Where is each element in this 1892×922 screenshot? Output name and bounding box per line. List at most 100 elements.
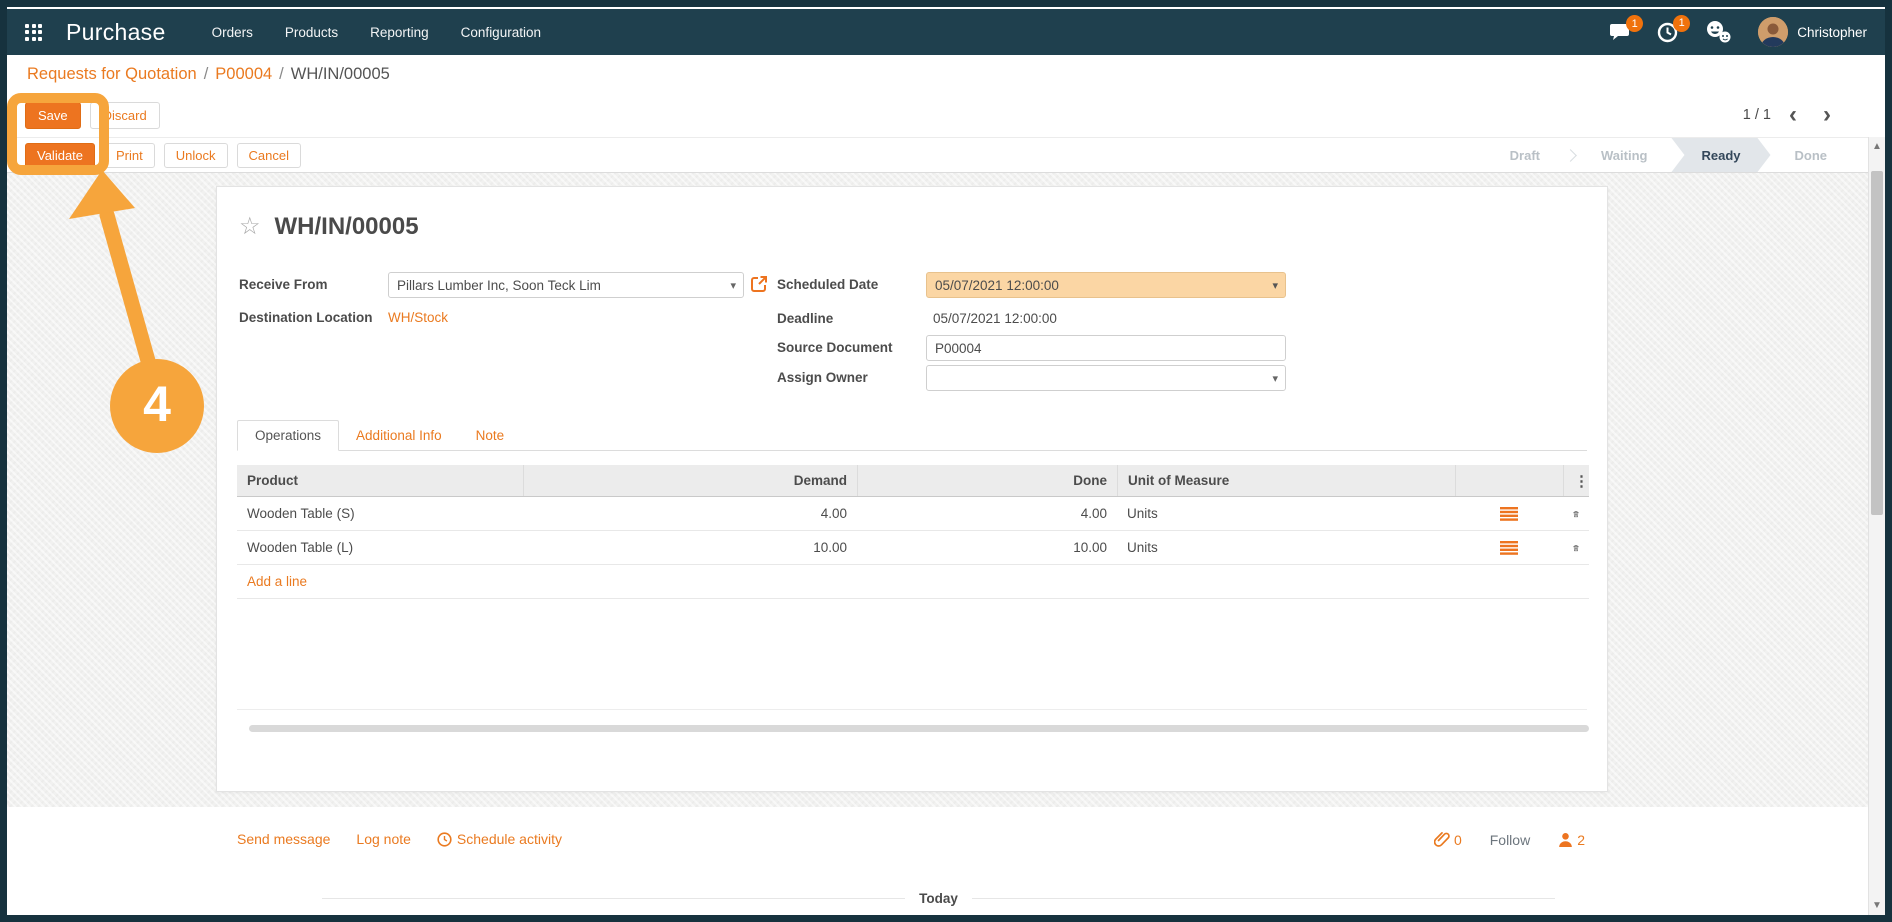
smileys-icon xyxy=(1704,20,1732,44)
col-header-uom[interactable]: Unit of Measure xyxy=(1117,465,1455,496)
activities-icon[interactable]: 1 xyxy=(1657,22,1678,43)
favorite-star-icon[interactable]: ☆ xyxy=(239,215,261,239)
tab-operations[interactable]: Operations xyxy=(237,420,339,451)
chatter: Send message Log note Schedule activity … xyxy=(7,807,1885,915)
delete-row-icon[interactable] xyxy=(1563,540,1589,556)
status-step-done[interactable]: Done xyxy=(1771,138,1852,172)
emoji-status-icon[interactable] xyxy=(1704,20,1732,44)
status-step-draft[interactable]: Draft xyxy=(1486,138,1564,172)
table-horizontal-scrollbar[interactable] xyxy=(249,725,1589,732)
cell-demand[interactable]: 4.00 xyxy=(523,506,857,521)
menu-configuration[interactable]: Configuration xyxy=(461,25,541,40)
receive-from-value: Pillars Lumber Inc, Soon Teck Lim xyxy=(397,278,601,293)
user-menu[interactable]: Christopher xyxy=(1758,17,1867,47)
user-avatar xyxy=(1758,17,1788,47)
messages-badge: 1 xyxy=(1626,15,1643,32)
send-message-button[interactable]: Send message xyxy=(237,831,330,847)
menu-reporting[interactable]: Reporting xyxy=(370,25,429,40)
scroll-down-icon[interactable]: ▼ xyxy=(1869,900,1885,911)
breadcrumb-current: WH/IN/00005 xyxy=(291,65,390,84)
pager-prev-icon[interactable]: ‹ xyxy=(1781,103,1805,127)
status-chevron xyxy=(1564,149,1577,162)
cell-demand[interactable]: 10.00 xyxy=(523,540,857,555)
pager-next-icon[interactable]: › xyxy=(1815,103,1839,127)
external-link-icon[interactable] xyxy=(750,275,768,293)
menu-orders[interactable]: Orders xyxy=(212,25,253,40)
breadcrumb-p00004-link[interactable]: P00004 xyxy=(215,65,272,84)
discard-button[interactable]: Discard xyxy=(90,102,160,129)
cell-done[interactable]: 10.00 xyxy=(857,540,1117,555)
app-name[interactable]: Purchase xyxy=(66,19,166,46)
breadcrumb: Requests for Quotation / P00004 / WH/IN/… xyxy=(7,55,1885,93)
tab-additional-info[interactable]: Additional Info xyxy=(339,421,459,450)
cancel-button[interactable]: Cancel xyxy=(237,143,301,168)
receive-from-label: Receive From xyxy=(239,277,328,292)
detailed-operations-icon[interactable] xyxy=(1455,541,1563,555)
cell-uom[interactable]: Units xyxy=(1117,506,1455,521)
follow-button[interactable]: Follow xyxy=(1490,832,1530,848)
deadline-label: Deadline xyxy=(777,311,833,326)
messages-icon[interactable]: 1 xyxy=(1609,22,1631,42)
delete-row-icon[interactable] xyxy=(1563,506,1589,522)
print-button[interactable]: Print xyxy=(104,143,155,168)
date-divider-label: Today xyxy=(905,891,972,906)
form-sheet: ☆ WH/IN/00005 Receive From Pillars Lumbe… xyxy=(216,186,1608,792)
main-menu: Orders Products Reporting Configuration xyxy=(212,25,541,40)
pager-value: 1 / 1 xyxy=(1743,107,1771,123)
form-action-bar: Validate Print Unlock Cancel Draft Waiti… xyxy=(7,137,1885,173)
assign-owner-caret-icon[interactable]: ▾ xyxy=(1272,372,1278,385)
apps-grid-icon[interactable] xyxy=(25,24,42,41)
deadline-value: 05/07/2021 12:00:00 xyxy=(933,311,1057,326)
date-divider: Today xyxy=(322,891,1555,906)
scheduled-date-input[interactable]: 05/07/2021 12:00:00 ▾ xyxy=(926,272,1286,298)
attachments-count: 0 xyxy=(1454,832,1462,848)
receive-from-input[interactable]: Pillars Lumber Inc, Soon Teck Lim ▾ xyxy=(388,272,744,298)
destination-location-link[interactable]: WH/Stock xyxy=(388,310,448,325)
status-step-ready[interactable]: Ready xyxy=(1671,138,1770,172)
save-button[interactable]: Save xyxy=(25,102,81,129)
assign-owner-input[interactable]: ▾ xyxy=(926,365,1286,391)
menu-products[interactable]: Products xyxy=(285,25,338,40)
receive-from-caret-icon[interactable]: ▾ xyxy=(730,279,736,292)
cell-done[interactable]: 4.00 xyxy=(857,506,1117,521)
cell-product[interactable]: Wooden Table (S) xyxy=(237,506,523,521)
col-header-done[interactable]: Done xyxy=(857,465,1117,496)
followers-button[interactable]: 2 xyxy=(1558,832,1585,848)
detailed-operations-icon[interactable] xyxy=(1455,507,1563,521)
validate-button[interactable]: Validate xyxy=(25,143,95,168)
attachments-button[interactable]: 0 xyxy=(1434,831,1462,848)
assign-owner-label: Assign Owner xyxy=(777,370,868,385)
record-pager: 1 / 1 ‹ › xyxy=(1743,93,1839,137)
record-title: WH/IN/00005 xyxy=(275,213,419,241)
breadcrumb-rfq-link[interactable]: Requests for Quotation xyxy=(27,65,197,84)
table-row: Wooden Table (S) 4.00 4.00 Units xyxy=(237,497,1589,531)
col-header-product[interactable]: Product xyxy=(237,465,523,496)
schedule-activity-button[interactable]: Schedule activity xyxy=(437,831,562,847)
edit-toolbar: Save Discard 1 / 1 ‹ › xyxy=(7,93,1885,137)
status-step-waiting[interactable]: Waiting xyxy=(1577,138,1671,172)
col-header-actions xyxy=(1455,465,1563,496)
activities-badge: 1 xyxy=(1673,15,1690,32)
form-view-background: ☆ WH/IN/00005 Receive From Pillars Lumbe… xyxy=(7,173,1885,807)
add-line-link[interactable]: Add a line xyxy=(237,574,307,589)
scheduled-date-value: 05/07/2021 12:00:00 xyxy=(935,278,1059,293)
app-window: Purchase Orders Products Reporting Confi… xyxy=(0,0,1892,922)
top-navbar: Purchase Orders Products Reporting Confi… xyxy=(7,7,1885,55)
scheduled-date-caret-icon[interactable]: ▾ xyxy=(1272,279,1278,292)
scrollbar-thumb[interactable] xyxy=(1871,171,1883,515)
unlock-button[interactable]: Unlock xyxy=(164,143,228,168)
table-row: Wooden Table (L) 10.00 10.00 Units xyxy=(237,531,1589,565)
table-bottom-divider xyxy=(237,709,1587,710)
vertical-scrollbar[interactable]: ▲ ▼ xyxy=(1868,137,1885,915)
destination-location-label: Destination Location xyxy=(239,310,373,325)
cell-product[interactable]: Wooden Table (L) xyxy=(237,540,523,555)
followers-count: 2 xyxy=(1577,832,1585,848)
col-header-demand[interactable]: Demand xyxy=(523,465,857,496)
log-note-button[interactable]: Log note xyxy=(356,831,411,847)
table-options-kebab-icon[interactable]: ⋮ xyxy=(1563,465,1589,496)
tab-note[interactable]: Note xyxy=(459,421,522,450)
cell-uom[interactable]: Units xyxy=(1117,540,1455,555)
source-document-value: P00004 xyxy=(935,341,982,356)
scroll-up-icon[interactable]: ▲ xyxy=(1869,141,1885,152)
source-document-input[interactable]: P00004 xyxy=(926,335,1286,361)
